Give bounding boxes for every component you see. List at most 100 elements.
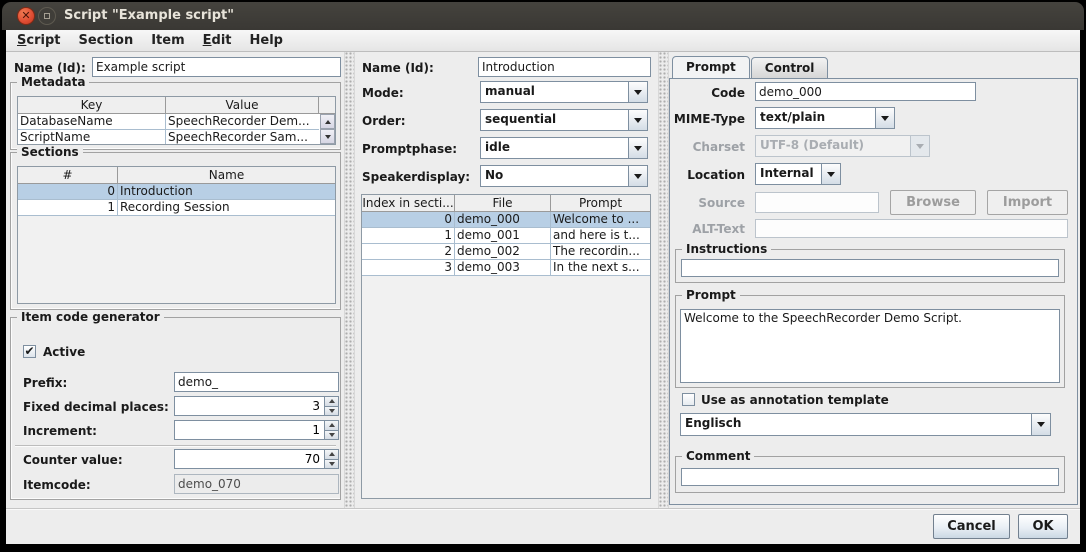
spinner-down-icon[interactable]	[324, 460, 339, 470]
prefix-input[interactable]	[174, 372, 339, 392]
table-row[interactable]: 3 demo_003 In the next s...	[362, 260, 650, 276]
speakerdisplay-value: No	[481, 166, 628, 186]
language-select[interactable]: Englisch	[680, 413, 1051, 436]
title-bar[interactable]: ✕ Script "Example script"	[2, 2, 1084, 30]
increment-input[interactable]	[174, 420, 324, 440]
fixed-decimal-places-label: Fixed decimal places:	[23, 400, 169, 414]
split-divider[interactable]	[658, 52, 669, 508]
order-select[interactable]: sequential	[480, 109, 648, 131]
table-row[interactable]: 0 demo_000 Welcome to ...	[362, 212, 650, 228]
dialog-button-bar: Cancel OK	[6, 508, 1080, 544]
counter-value-label: Counter value:	[23, 453, 123, 467]
close-icon[interactable]: ✕	[17, 7, 35, 25]
mode-value: manual	[481, 82, 628, 102]
script-name-input[interactable]	[92, 57, 341, 77]
arrow-down-glyph	[329, 409, 335, 413]
table-row[interactable]: 0 Introduction	[18, 184, 335, 200]
chevron-down-icon[interactable]	[628, 110, 647, 130]
arrow-down-glyph	[325, 135, 331, 139]
script-editor-window: { "window": { "title": "Script \"Example…	[0, 0, 1086, 552]
fixed-decimal-places-spinner	[174, 396, 339, 416]
arrow-down-glyph	[881, 116, 889, 121]
maximize-icon[interactable]	[38, 7, 56, 25]
code-input[interactable]	[755, 82, 976, 101]
annotation-template-label: Use as annotation template	[701, 393, 889, 407]
table-row[interactable]: DatabaseName SpeechRecorder Dem...	[18, 114, 335, 130]
menu-section[interactable]: Section	[69, 30, 142, 51]
split-divider[interactable]	[344, 52, 355, 508]
arrow-down-glyph	[634, 174, 642, 179]
sections-col-index[interactable]: #	[18, 167, 118, 184]
metadata-col-value[interactable]: Value	[166, 97, 319, 114]
sections-col-name[interactable]: Name	[118, 167, 335, 184]
annotation-template-checkbox[interactable]	[682, 393, 695, 406]
promptphase-select[interactable]: idle	[480, 137, 648, 159]
items-cell: demo_000	[455, 212, 551, 228]
spinner-down-icon[interactable]	[324, 407, 339, 417]
menu-bar: Script Section Item Edit Help	[6, 30, 1080, 52]
chevron-down-icon[interactable]	[821, 164, 840, 184]
table-row[interactable]: 1 Recording Session	[18, 200, 335, 216]
scroll-down-icon[interactable]	[320, 129, 335, 144]
browse-button: Browse	[890, 190, 976, 215]
menu-edit[interactable]: Edit	[194, 30, 241, 51]
spinner-up-icon[interactable]	[324, 449, 339, 460]
section-name-input[interactable]	[478, 57, 651, 77]
items-cell: demo_003	[455, 260, 551, 276]
code-label: Code	[672, 86, 745, 100]
menu-script[interactable]: Script	[8, 30, 69, 51]
charset-label: Charset	[672, 140, 745, 154]
itemcode-field	[174, 474, 339, 494]
mode-select[interactable]: manual	[480, 81, 648, 103]
arrow-up-glyph	[329, 423, 335, 427]
counter-value-input[interactable]	[174, 449, 324, 469]
spinner-up-icon[interactable]	[324, 396, 339, 407]
metadata-col-key[interactable]: Key	[18, 97, 166, 114]
spinner-down-icon[interactable]	[324, 431, 339, 441]
prompt-textarea[interactable]: Welcome to the SpeechRecorder Demo Scrip…	[680, 309, 1060, 383]
chevron-down-icon	[910, 136, 929, 156]
items-table-header: Index in secti... File Prompt	[362, 195, 650, 212]
tab-control[interactable]: Control	[751, 57, 829, 79]
speakerdisplay-select[interactable]: No	[480, 165, 648, 187]
table-row[interactable]: 2 demo_002 The recordin...	[362, 244, 650, 260]
scroll-up-icon[interactable]	[320, 114, 335, 129]
chevron-down-icon[interactable]	[628, 166, 647, 186]
chevron-down-icon[interactable]	[875, 108, 894, 128]
items-cell: 3	[362, 260, 455, 276]
location-select[interactable]: Internal	[755, 163, 841, 185]
arrow-down-glyph	[1037, 422, 1045, 427]
arrow-up-glyph	[329, 452, 335, 456]
spinner-up-icon[interactable]	[324, 420, 339, 431]
items-col-index[interactable]: Index in secti...	[362, 195, 455, 212]
ok-button[interactable]: OK	[1018, 514, 1068, 539]
items-cell: In the next s...	[551, 260, 650, 276]
comment-group: Comment	[675, 456, 1065, 493]
items-cell: demo_002	[455, 244, 551, 260]
sections-cell: 1	[18, 200, 118, 216]
arrow-down-glyph	[329, 462, 335, 466]
mode-label: Mode:	[362, 86, 404, 100]
table-row[interactable]: ScriptName SpeechRecorder Sam...	[18, 130, 335, 145]
sections-cell: Recording Session	[118, 200, 335, 216]
charset-value: UTF-8 (Default)	[756, 136, 910, 156]
fixed-decimal-places-input[interactable]	[174, 396, 324, 416]
instructions-input[interactable]	[681, 259, 1059, 277]
cancel-button[interactable]: Cancel	[933, 514, 1010, 539]
chevron-down-icon[interactable]	[628, 138, 647, 158]
active-checkbox[interactable]: ✔	[23, 345, 36, 358]
items-col-prompt[interactable]: Prompt	[551, 195, 650, 212]
section-name-label: Name (Id):	[362, 61, 434, 75]
tab-prompt[interactable]: Prompt	[672, 56, 750, 79]
menu-help[interactable]: Help	[241, 30, 292, 51]
comment-input[interactable]	[681, 468, 1059, 486]
sections-table-header: # Name	[18, 167, 335, 184]
comment-group-title: Comment	[682, 449, 754, 463]
table-row[interactable]: 1 demo_001 and here is t...	[362, 228, 650, 244]
chevron-down-icon[interactable]	[628, 82, 647, 102]
chevron-down-icon[interactable]	[1031, 414, 1050, 435]
items-col-file[interactable]: File	[455, 195, 551, 212]
mime-type-select[interactable]: text/plain	[755, 107, 895, 129]
menu-item[interactable]: Item	[142, 30, 193, 51]
arrow-up-glyph	[329, 399, 335, 403]
